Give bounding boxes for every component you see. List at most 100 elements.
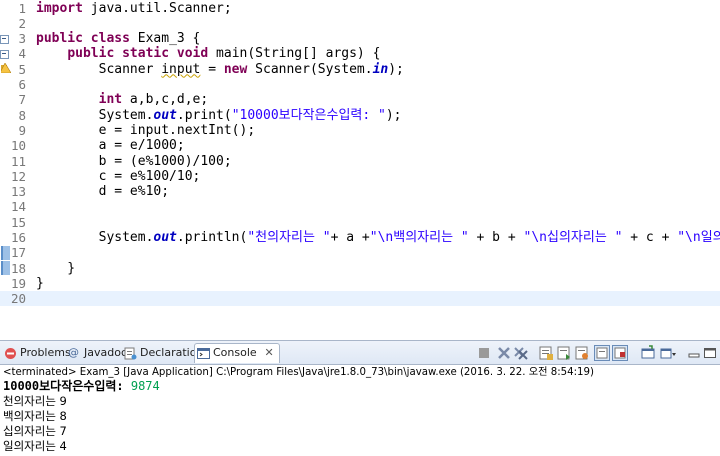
javadoc-icon: @ <box>68 346 79 359</box>
remove-launch-icon[interactable] <box>496 345 512 361</box>
problems-icon <box>5 348 16 359</box>
tab-problems[interactable]: Problems <box>2 344 71 364</box>
display-console-icon[interactable] <box>640 345 656 361</box>
code-line[interactable]: 6 <box>0 77 720 92</box>
launch-status: <terminated> Exam_3 [Java Application] C… <box>3 367 594 378</box>
line-number: 17 <box>10 245 26 261</box>
code-token: d = e%10; <box>36 184 170 200</box>
code-token: } <box>36 275 44 291</box>
tab-javadoc[interactable]: @ Javadoc <box>66 344 127 364</box>
show-on-stdout-icon[interactable] <box>574 345 590 361</box>
code-token: "천의자리는 " <box>247 230 331 245</box>
code-token: + c + <box>622 230 678 245</box>
code-line[interactable]: 17 <box>0 245 720 260</box>
code-line[interactable]: 14 <box>0 199 720 214</box>
pin-console-icon[interactable] <box>612 345 628 361</box>
fold-icon[interactable] <box>0 33 9 44</box>
code-text[interactable]: } <box>36 261 75 276</box>
code-token: "\n일의자리는 " <box>677 230 720 245</box>
open-console-icon[interactable] <box>660 345 676 361</box>
line-number: 19 <box>10 275 26 291</box>
code-line[interactable]: 11 b = (e%1000)/100; <box>0 154 720 169</box>
console-prompt: 10000보다작은수입력: <box>3 379 131 393</box>
tab-javadoc-label: Javadoc <box>84 346 127 359</box>
line-number: 18 <box>10 260 26 276</box>
code-text[interactable]: a = e/1000; <box>36 138 185 153</box>
line-number: 12 <box>10 168 26 184</box>
show-on-stderr-icon[interactable] <box>594 345 610 361</box>
code-text[interactable]: e = input.nextInt(); <box>36 123 256 138</box>
code-token: new <box>223 61 248 77</box>
code-token: b = (e%1000)/100; <box>36 153 232 169</box>
code-text[interactable]: System.out.println("천의자리는 "+ a +"\n백의자리는… <box>36 230 720 245</box>
code-token: a = e/1000; <box>36 138 185 154</box>
code-token: c = e%100/10; <box>36 168 201 184</box>
close-icon[interactable]: ✕ <box>264 344 273 362</box>
code-text[interactable]: Scanner input = new Scanner(System.in); <box>36 62 404 77</box>
code-token: import <box>36 0 83 16</box>
console-output-line: 천의자리는 9 <box>3 394 67 408</box>
code-text[interactable]: c = e%100/10; <box>36 168 201 184</box>
code-line[interactable]: 1 import java.util.Scanner; <box>0 1 720 16</box>
code-token: Scanner(System. <box>247 61 373 77</box>
code-line[interactable]: 18 } <box>0 261 720 276</box>
tab-console[interactable]: Console ✕ <box>194 343 280 363</box>
code-line[interactable]: 7 int a,b,c,d,e; <box>0 92 720 107</box>
tab-declaration[interactable]: Declaration <box>122 344 203 364</box>
code-text[interactable]: public class Exam_3 { <box>36 31 200 46</box>
scroll-left-icon[interactable]: ◂ <box>36 322 41 323</box>
remove-all-icon[interactable] <box>513 345 529 361</box>
code-text[interactable]: d = e%10; <box>36 184 169 199</box>
panel-tab-bar: Problems @ Javadoc Declaration Console ✕ <box>0 341 720 365</box>
code-line[interactable]: 12 c = e%100/10; <box>0 169 720 184</box>
line-number: 15 <box>10 214 26 230</box>
code-token: Scanner <box>36 61 162 77</box>
minimize-icon[interactable] <box>686 345 702 361</box>
code-line[interactable]: 13 d = e%10; <box>0 184 720 199</box>
code-text[interactable]: b = (e%1000)/100; <box>36 154 232 169</box>
code-line[interactable]: 3 public class Exam_3 { <box>0 31 720 46</box>
line-number: 16 <box>10 230 26 245</box>
scroll-lock-icon[interactable] <box>538 345 554 361</box>
line-number: 5 <box>18 61 26 77</box>
code-line[interactable]: 4 public static void main(String[] args)… <box>0 46 720 61</box>
code-line[interactable]: 20 <box>0 291 720 307</box>
code-line[interactable]: 10 a = e/1000; <box>0 138 720 153</box>
console-prompt-line: 10000보다작은수입력: 9874 <box>3 379 160 394</box>
code-line[interactable]: 19} <box>0 276 720 291</box>
code-line[interactable]: 5 Scanner input = new Scanner(System.in)… <box>0 62 720 77</box>
code-text[interactable]: } <box>36 276 44 291</box>
line-number: 9 <box>18 122 26 138</box>
code-line[interactable]: 2 <box>0 16 720 31</box>
fold-icon[interactable] <box>0 48 9 59</box>
code-token: ); <box>388 61 404 77</box>
code-text[interactable]: public static void main(String[] args) { <box>36 46 380 61</box>
line-number: 13 <box>10 184 26 200</box>
code-line[interactable]: 15 <box>0 215 720 230</box>
code-token: "\n십의자리는 " <box>523 230 623 245</box>
line-number: 3 <box>18 31 26 47</box>
occurrence-marker <box>1 261 10 275</box>
line-number: 14 <box>10 199 26 215</box>
console-icon <box>197 348 210 359</box>
code-token: public <box>36 31 83 47</box>
line-number: 7 <box>18 92 26 108</box>
code-line[interactable]: 8 System.out.print("10000보다작은수입력: "); <box>0 108 720 123</box>
code-text[interactable]: import java.util.Scanner; <box>36 1 232 16</box>
maximize-icon[interactable] <box>702 345 718 361</box>
code-editor[interactable]: 1 import java.util.Scanner; 2 3 public class… <box>0 0 720 323</box>
warning-icon[interactable] <box>1 63 11 73</box>
code-line[interactable]: 16 System.out.println("천의자리는 "+ a +"\n백의… <box>0 230 720 245</box>
console-input-value: 9874 <box>130 379 160 393</box>
code-text[interactable]: System.out.print("10000보다작은수입력: "); <box>36 108 402 123</box>
terminate-icon[interactable] <box>476 345 492 361</box>
code-text[interactable]: int a,b,c,d,e; <box>36 92 209 107</box>
word-wrap-icon[interactable] <box>556 345 572 361</box>
line-number: 4 <box>18 46 26 62</box>
code-line[interactable]: 9 e = input.nextInt(); <box>0 123 720 138</box>
